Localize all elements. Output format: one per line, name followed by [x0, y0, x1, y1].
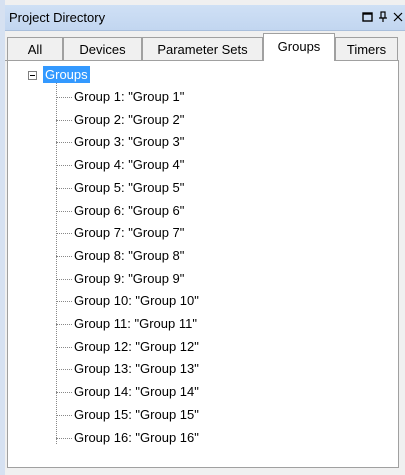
tree-item-label: Group 6: "Group 6": [74, 202, 185, 218]
tree-branch-line: [56, 414, 72, 416]
tree-item[interactable]: Group 12: "Group 12": [8, 337, 388, 357]
tree-branch-line: [56, 119, 72, 121]
tree-item[interactable]: Group 5: "Group 5": [8, 178, 388, 198]
tree-item-label: Group 7: "Group 7": [74, 225, 185, 241]
tree-item-label: Group 9: "Group 9": [74, 270, 185, 286]
tree-branch-line: [56, 392, 72, 394]
tab-timers[interactable]: Timers: [335, 37, 398, 60]
tree-branch-line: [56, 142, 72, 144]
tree-item-label: Group 15: "Group 15": [74, 406, 199, 422]
tree-item[interactable]: Group 11: "Group 11": [8, 314, 388, 334]
panel-titlebar[interactable]: Project Directory: [5, 5, 405, 31]
tree-item-label: Group 16: "Group 16": [74, 429, 199, 445]
tree-branch-line: [56, 255, 72, 257]
tree-view[interactable]: Groups Group 1: "Group 1" Group 2: "Group…: [7, 61, 399, 468]
pin-icon[interactable]: [362, 11, 374, 23]
tree-branch-line: [56, 369, 72, 371]
tree-branch-line: [56, 165, 72, 167]
close-icon[interactable]: [392, 11, 404, 23]
tree-item-label: Group 13: "Group 13": [74, 361, 199, 377]
tree-item[interactable]: Group 13: "Group 13": [8, 359, 388, 379]
collapse-icon[interactable]: [28, 71, 37, 80]
panel-title: Project Directory: [9, 10, 106, 25]
tree-item-label: Group 5: "Group 5": [74, 179, 185, 195]
tree-item[interactable]: Group 9: "Group 9": [8, 269, 388, 289]
tree-item[interactable]: Group 1: "Group 1": [8, 87, 388, 107]
tab-strip: All Devices Parameter Sets Groups Timers: [5, 33, 405, 61]
tree-item[interactable]: Group 3: "Group 3": [8, 132, 388, 152]
tree-branch-line: [56, 97, 72, 98]
project-directory-panel: Project Directory All Devices Parameter …: [0, 0, 405, 475]
tree-item-label: Group 11: "Group 11": [74, 316, 197, 331]
tree-item[interactable]: Group 6: "Group 6": [8, 201, 388, 221]
tree-item[interactable]: Group 15: "Group 15": [8, 405, 388, 425]
tree-item[interactable]: Group 2: "Group 2": [8, 110, 388, 130]
tree-item-label: Group 1: "Group 1": [74, 89, 185, 104]
tree-item-label: Group 10: "Group 10": [74, 293, 199, 309]
tree-item[interactable]: Group 10: "Group 10": [8, 291, 388, 311]
pin-icon[interactable]: [377, 11, 389, 23]
tree-item-label: Group 8: "Group 8": [74, 247, 185, 263]
tree-branch-line: [56, 278, 72, 280]
tree-item[interactable]: Group 16: "Group 16": [8, 428, 388, 448]
tree-item-label: Group 14: "Group 14": [74, 384, 199, 400]
tree-branch-line: [56, 187, 72, 189]
tab-devices[interactable]: Devices: [63, 37, 142, 60]
tab-groups[interactable]: Groups: [263, 33, 335, 61]
tree-root-groups[interactable]: Groups: [43, 66, 90, 83]
tree-item-label: Group 3: "Group 3": [74, 134, 185, 150]
tree-item[interactable]: Group 4: "Group 4": [8, 155, 388, 175]
tab-parameter-sets[interactable]: Parameter Sets: [142, 37, 263, 60]
tree-item[interactable]: Group 8: "Group 8": [8, 246, 388, 266]
tree-branch-line: [56, 301, 72, 303]
tree-item[interactable]: Group 14: "Group 14": [8, 382, 388, 402]
tab-all[interactable]: All: [7, 37, 63, 60]
tree-item[interactable]: Group 7: "Group 7": [8, 223, 388, 243]
tree-item-label: Group 12: "Group 12": [74, 338, 199, 354]
tree-item-label: Group 4: "Group 4": [74, 157, 185, 173]
tree-item-label: Group 2: "Group 2": [74, 111, 185, 127]
tree-branch-line: [56, 210, 72, 212]
tree-branch-line: [56, 324, 72, 325]
tree-branch-line: [56, 437, 72, 439]
tree-branch-line: [56, 346, 72, 348]
left-edge-strip: [0, 0, 5, 475]
tree-branch-line: [56, 233, 72, 235]
